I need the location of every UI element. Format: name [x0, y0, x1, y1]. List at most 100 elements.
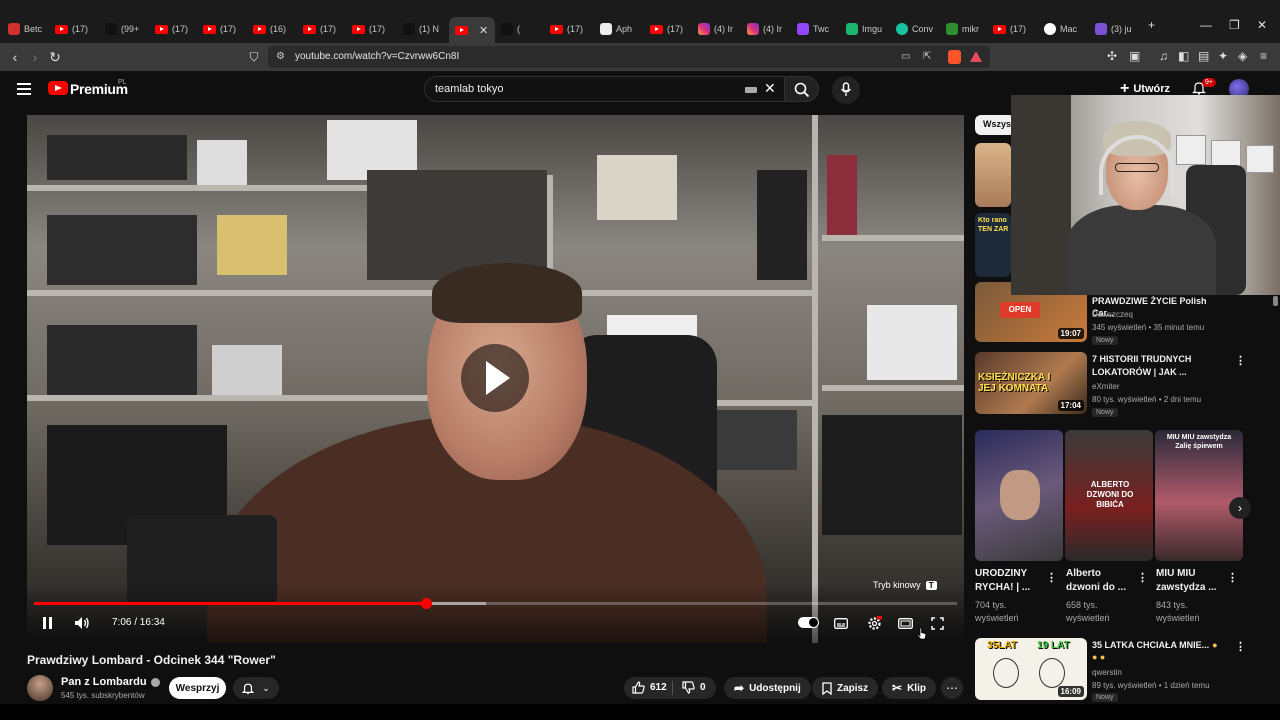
- split-view-icon[interactable]: ◧: [1178, 49, 1189, 63]
- bookmark-icon[interactable]: ⛉: [245, 48, 263, 66]
- channel-name[interactable]: eXmiter: [1092, 381, 1120, 392]
- browser-tab[interactable]: (17): [203, 18, 243, 40]
- tab-close-icon[interactable]: ✕: [479, 24, 488, 37]
- guide-menu-icon[interactable]: [17, 83, 31, 95]
- music-icon[interactable]: ♫: [1159, 49, 1168, 63]
- browser-tab[interactable]: (1) N: [403, 18, 443, 40]
- mute-button[interactable]: [73, 613, 91, 633]
- clip-button[interactable]: ✂ Klip: [882, 677, 936, 699]
- browser-tab[interactable]: (4) Ir: [747, 18, 787, 40]
- menu-icon[interactable]: ≡: [1260, 49, 1267, 63]
- browser-tab[interactable]: (17): [650, 18, 690, 40]
- minimize-button[interactable]: —: [1200, 18, 1212, 32]
- search-button[interactable]: [785, 76, 819, 102]
- forward-icon[interactable]: ›: [26, 48, 44, 66]
- short-title[interactable]: Alberto dzwoni do ...: [1066, 567, 1136, 595]
- sidebar-toggle-icon[interactable]: ▣: [1129, 49, 1140, 63]
- browser-tab[interactable]: (17): [993, 18, 1033, 40]
- search-input[interactable]: teamlab tokyo ✕: [424, 76, 785, 102]
- close-window-button[interactable]: ✕: [1257, 18, 1267, 32]
- subtitles-button[interactable]: [833, 613, 849, 633]
- dislike-button[interactable]: 0: [682, 681, 706, 694]
- played-bar: [34, 602, 427, 605]
- browser-tab[interactable]: Mac: [1044, 18, 1084, 40]
- short-thumbnail[interactable]: [975, 430, 1063, 561]
- settings-button[interactable]: [865, 613, 883, 633]
- short-title[interactable]: MIU MIU zawstydza ...: [1156, 567, 1226, 595]
- keyboard-icon[interactable]: [745, 87, 757, 93]
- short-thumbnail[interactable]: MIU MIU zawstydza Zalię śpiewem: [1155, 430, 1243, 561]
- fullscreen-button[interactable]: [929, 613, 945, 633]
- browser-tab[interactable]: Twc: [797, 18, 837, 40]
- channel-name[interactable]: Dawszczeq: [1092, 309, 1133, 320]
- video-thumbnail[interactable]: KSIĘŻNICZKA I JEJ KOMNATA 17:04: [975, 352, 1087, 414]
- browser-tab[interactable]: (17): [303, 18, 343, 40]
- browser-tab[interactable]: (17): [155, 18, 195, 40]
- channel-name[interactable]: qwerstin: [1092, 667, 1122, 678]
- shorts-next-button[interactable]: ›: [1229, 497, 1251, 519]
- subscription-bell-button[interactable]: ⌄: [233, 677, 279, 699]
- video-options-icon[interactable]: ⋮: [1235, 640, 1246, 653]
- youtube-logo-icon[interactable]: [48, 81, 68, 95]
- progress-bar[interactable]: [34, 598, 957, 609]
- video-player[interactable]: Tryb kinowy T 7:06 / 16:34: [27, 115, 964, 643]
- save-button[interactable]: Zapisz: [812, 677, 879, 699]
- reload-icon[interactable]: ↻: [46, 48, 64, 66]
- voice-search-button[interactable]: [832, 76, 860, 104]
- wallet-icon[interactable]: ▤: [1198, 49, 1209, 63]
- browser-tab[interactable]: mikr: [946, 18, 986, 40]
- browser-tab[interactable]: Aph: [600, 18, 640, 40]
- new-badge: Nowy: [1092, 693, 1118, 702]
- short-options-icon[interactable]: ⋮: [1227, 571, 1238, 584]
- video-title-line2[interactable]: LOKATORÓW | JAK ...: [1092, 366, 1187, 378]
- cast-icon[interactable]: ▭: [901, 51, 910, 62]
- like-button[interactable]: 612: [632, 681, 667, 694]
- browser-tab[interactable]: Betc: [8, 18, 48, 40]
- short-options-icon[interactable]: ⋮: [1137, 571, 1148, 584]
- video-thumbnail[interactable]: 35LAT 19 LAT 16:09: [975, 638, 1087, 700]
- more-actions-button[interactable]: ⋯: [941, 677, 963, 699]
- short-title[interactable]: URODZINY RYCHA! | ...: [975, 567, 1045, 595]
- browser-tab[interactable]: (4) Ir: [698, 18, 738, 40]
- play-overlay-button[interactable]: [461, 344, 529, 412]
- url-bar[interactable]: ⚙ youtube.com/watch?v=Czvrww6Cn8I ▭ ⇱: [268, 46, 990, 68]
- site-info-icon[interactable]: ⚙: [276, 51, 285, 62]
- browser-tab[interactable]: (17): [352, 18, 392, 40]
- short-thumbnail[interactable]: ALBERTO DZWONI DO BIBIĆA: [1065, 430, 1153, 561]
- video-title[interactable]: 35 LATKA CHCIAŁA MNIE... ●: [1092, 639, 1218, 651]
- browser-tab[interactable]: Imgu: [846, 18, 886, 40]
- theater-mode-button[interactable]: [897, 613, 913, 633]
- video-thumbnail[interactable]: Kto rano TEN ZAR: [975, 213, 1011, 277]
- pause-button[interactable]: [39, 613, 55, 633]
- short-options-icon[interactable]: ⋮: [1046, 571, 1057, 584]
- browser-tab[interactable]: (99+: [105, 18, 145, 40]
- browser-tab[interactable]: (17): [55, 18, 95, 40]
- share-page-icon[interactable]: ⇱: [923, 51, 931, 62]
- video-thumbnail[interactable]: [975, 143, 1011, 207]
- clear-search-icon[interactable]: ✕: [764, 80, 776, 97]
- brave-rewards-icon[interactable]: [970, 51, 982, 62]
- browser-tab[interactable]: (: [501, 18, 541, 40]
- autoplay-toggle[interactable]: [798, 617, 819, 628]
- channel-avatar[interactable]: [27, 675, 53, 701]
- browser-tab[interactable]: Conv: [896, 18, 936, 40]
- scrollbar-thumb[interactable]: [1273, 296, 1278, 306]
- page-scrollbar[interactable]: [1273, 71, 1278, 704]
- support-button[interactable]: Wesprzyj: [169, 677, 226, 699]
- video-options-icon[interactable]: ⋮: [1235, 354, 1246, 367]
- browser-tab[interactable]: (17): [550, 18, 590, 40]
- brave-shields-icon[interactable]: [948, 50, 961, 64]
- back-icon[interactable]: ‹: [6, 48, 24, 66]
- browser-tab[interactable]: (3) ju: [1095, 18, 1135, 40]
- maximize-button[interactable]: ❐: [1229, 18, 1240, 32]
- share-button[interactable]: ➦ Udostępnij: [724, 677, 811, 699]
- video-title[interactable]: 7 HISTORII TRUDNYCH: [1092, 353, 1191, 365]
- ai-icon[interactable]: ✦: [1218, 49, 1228, 63]
- channel-link[interactable]: Pan z Lombardu: [61, 676, 160, 688]
- browser-tab[interactable]: ✕: [449, 17, 495, 43]
- browser-tab[interactable]: (16): [253, 18, 293, 40]
- vpn-icon[interactable]: ◈: [1238, 49, 1247, 63]
- extensions-icon[interactable]: ✣: [1107, 49, 1117, 63]
- chip-all[interactable]: Wszystko: [975, 115, 1015, 135]
- new-tab-button[interactable]: +: [1148, 18, 1155, 32]
